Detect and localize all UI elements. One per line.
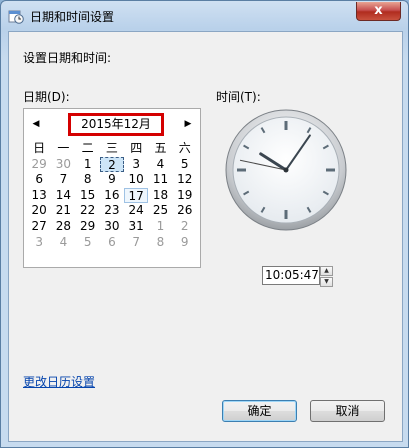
calendar-day[interactable]: 24 <box>124 203 148 219</box>
spin-down-icon[interactable]: ▼ <box>320 277 333 287</box>
title-bar[interactable]: 日期和时间设置 x <box>1 1 408 31</box>
calendar-day[interactable]: 6 <box>27 172 51 188</box>
weekday-label: 四 <box>130 141 143 155</box>
calendar-day[interactable]: 6 <box>100 235 124 251</box>
calendar-day[interactable]: 16 <box>100 188 124 204</box>
cancel-button[interactable]: 取消 <box>310 400 385 422</box>
calendar-day[interactable]: 30 <box>51 157 75 173</box>
dialog-body: 设置日期和时间: 日期(D): 时间(T): ◀ 2015年12月 ▶ 日一二三… <box>8 31 403 442</box>
calendar-day[interactable]: 9 <box>173 235 197 251</box>
calendar-day[interactable]: 30 <box>100 219 124 235</box>
calendar-day[interactable]: 20 <box>27 203 51 219</box>
calendar-day[interactable]: 31 <box>124 219 148 235</box>
calendar-day-selected[interactable]: 2 <box>99 156 125 173</box>
next-month-icon[interactable]: ▶ <box>182 117 194 131</box>
weekday-header: 日一二三四五六 <box>27 141 197 157</box>
calendar[interactable]: ◀ 2015年12月 ▶ 日一二三四五六 29 30 1 2 3 4 5 6 7 8 9 10 11 12 1… <box>23 108 201 268</box>
calendar-day[interactable]: 29 <box>27 157 51 173</box>
weekday-label: 三 <box>105 141 118 155</box>
calendar-day[interactable]: 8 <box>76 172 100 188</box>
weekday-label: 日 <box>33 141 46 155</box>
month-title[interactable]: 2015年12月 <box>68 113 164 136</box>
calendar-day[interactable]: 11 <box>148 172 172 188</box>
calendar-day[interactable]: 14 <box>51 188 75 204</box>
spin-up-icon[interactable]: ▲ <box>320 266 333 276</box>
calendar-day[interactable]: 28 <box>51 219 75 235</box>
calendar-grid: 日一二三四五六 29 30 1 2 3 4 5 6 7 8 9 10 11 12 13 14 15 16 17 18 19… <box>27 141 197 250</box>
calendar-day[interactable]: 21 <box>51 203 75 219</box>
calendar-week-row: 20 21 22 23 24 25 26 <box>27 203 197 219</box>
date-time-settings-window: 日期和时间设置 x 设置日期和时间: 日期(D): 时间(T): ◀ 2015年… <box>0 0 409 448</box>
time-spinner[interactable]: ▲ ▼ <box>320 266 333 287</box>
calendar-day[interactable]: 4 <box>148 157 172 173</box>
calendar-day[interactable]: 27 <box>27 219 51 235</box>
calendar-week-row: 13 14 15 16 17 18 19 <box>27 187 197 204</box>
calendar-week-row: 27 28 29 30 31 1 2 <box>27 219 197 235</box>
calendar-day-today[interactable]: 17 <box>124 187 149 204</box>
calendar-day[interactable]: 18 <box>148 188 172 204</box>
analog-clock <box>225 109 347 231</box>
calendar-day[interactable]: 7 <box>51 172 75 188</box>
window-title: 日期和时间设置 <box>30 10 115 24</box>
calendar-day[interactable]: 3 <box>27 235 51 251</box>
calendar-week-row: 6 7 8 9 10 11 12 <box>27 172 197 188</box>
weekday-label: 一 <box>57 141 70 155</box>
time-label: 时间(T): <box>216 90 261 104</box>
calendar-week-row: 3456789 <box>27 235 197 251</box>
calendar-clock-icon <box>8 10 24 24</box>
previous-month-icon[interactable]: ◀ <box>30 117 42 131</box>
weekday-label: 六 <box>178 141 191 155</box>
calendar-day[interactable]: 10 <box>124 172 148 188</box>
ok-button[interactable]: 确定 <box>222 400 297 422</box>
calendar-day[interactable]: 5 <box>173 157 197 173</box>
calendar-week-row: 29 30 1 2 3 4 5 <box>27 156 197 173</box>
calendar-day[interactable]: 7 <box>124 235 148 251</box>
calendar-day[interactable]: 1 <box>148 219 172 235</box>
time-input[interactable]: 10:05:47 <box>262 266 320 285</box>
calendar-day[interactable]: 8 <box>148 235 172 251</box>
calendar-day[interactable]: 4 <box>51 235 75 251</box>
calendar-day[interactable]: 2 <box>173 219 197 235</box>
calendar-day[interactable]: 29 <box>76 219 100 235</box>
calendar-day[interactable]: 5 <box>76 235 100 251</box>
calendar-day[interactable]: 23 <box>100 203 124 219</box>
heading: 设置日期和时间: <box>23 51 112 65</box>
calendar-day[interactable]: 13 <box>27 188 51 204</box>
weekday-label: 五 <box>154 141 167 155</box>
calendar-day[interactable]: 22 <box>76 203 100 219</box>
calendar-day[interactable]: 1 <box>76 157 100 173</box>
clock-center <box>283 167 289 173</box>
close-button[interactable]: x <box>356 2 401 21</box>
calendar-day[interactable]: 12 <box>173 172 197 188</box>
calendar-day[interactable]: 3 <box>124 157 148 173</box>
calendar-day[interactable]: 25 <box>148 203 172 219</box>
date-label: 日期(D): <box>23 90 70 104</box>
calendar-day[interactable]: 9 <box>100 172 124 188</box>
calendar-day[interactable]: 19 <box>173 188 197 204</box>
close-icon: x <box>374 3 383 18</box>
change-calendar-settings-link[interactable]: 更改日历设置 <box>23 373 95 390</box>
weekday-label: 二 <box>81 141 94 155</box>
calendar-day[interactable]: 26 <box>173 203 197 219</box>
calendar-day[interactable]: 15 <box>76 188 100 204</box>
